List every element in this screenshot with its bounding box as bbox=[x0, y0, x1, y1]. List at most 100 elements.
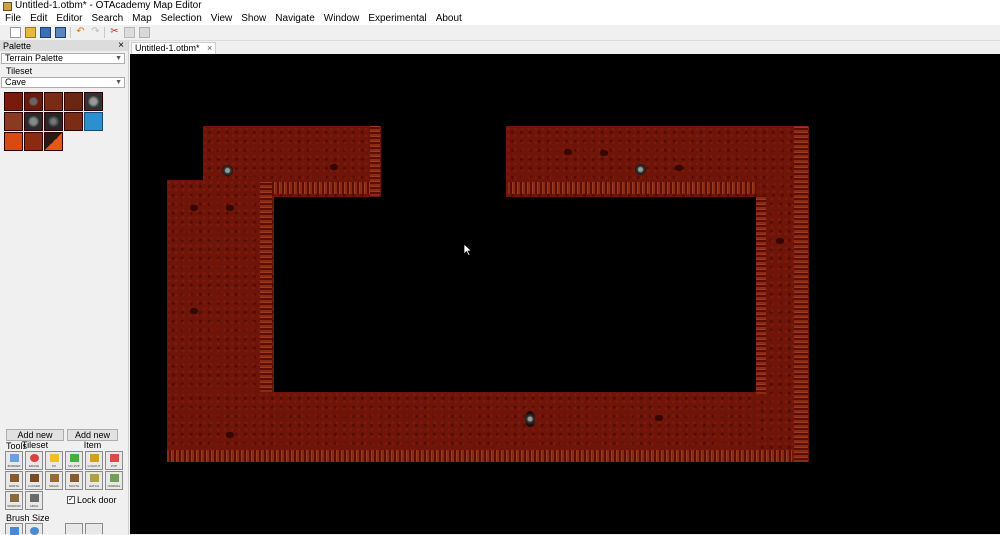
palette-header: Palette × bbox=[0, 41, 128, 51]
tool-erase[interactable]: ERASE bbox=[25, 451, 43, 470]
brush-square-button[interactable] bbox=[5, 523, 23, 535]
tile-cave-rock[interactable] bbox=[24, 92, 43, 111]
brush-size-label: Brush Size bbox=[6, 513, 50, 523]
chevron-down-icon: ▼ bbox=[115, 55, 122, 62]
cave-wall-edge bbox=[794, 126, 808, 462]
close-icon[interactable]: × bbox=[207, 43, 212, 53]
tool-border[interactable]: BORDER bbox=[5, 451, 23, 470]
cursor-icon bbox=[464, 244, 472, 256]
app-icon bbox=[3, 2, 12, 11]
crack-icon bbox=[330, 164, 338, 170]
title-bar: Untitled-1.otbm* - OTAcademy Map Editor bbox=[0, 0, 1000, 12]
menu-bar: File Edit Editor Search Map Selection Vi… bbox=[0, 12, 1000, 25]
menu-search[interactable]: Search bbox=[86, 12, 127, 25]
cave-wall-edge bbox=[260, 182, 380, 194]
tile-cave-sand[interactable] bbox=[4, 112, 23, 131]
crack-icon bbox=[600, 150, 608, 156]
crack-icon bbox=[226, 432, 234, 438]
copy-icon[interactable] bbox=[124, 27, 135, 38]
menu-map[interactable]: Map bbox=[127, 12, 155, 25]
paste-icon[interactable] bbox=[139, 27, 150, 38]
menu-window[interactable]: Window bbox=[319, 12, 364, 25]
tool-logout[interactable]: LOGOUT bbox=[85, 451, 103, 470]
crack-icon bbox=[675, 165, 683, 171]
toolbar: ↶ ↷ ✂ bbox=[0, 25, 1000, 41]
toolbar-separator bbox=[70, 27, 71, 38]
palette-title: Palette bbox=[3, 41, 32, 51]
save-icon[interactable] bbox=[40, 27, 51, 38]
menu-view[interactable]: View bbox=[206, 12, 237, 25]
crack-icon bbox=[190, 205, 198, 211]
menu-navigate[interactable]: Navigate bbox=[270, 12, 318, 25]
cave-wall-edge bbox=[508, 182, 756, 194]
palette-type-value: Terrain Palette bbox=[5, 53, 64, 63]
tile-cave-stone[interactable] bbox=[84, 92, 103, 111]
tool-hatch[interactable]: HATCH bbox=[85, 471, 103, 490]
add-item-button[interactable]: Add new Item bbox=[67, 429, 118, 450]
tile-cave-dirt[interactable] bbox=[44, 92, 63, 111]
cut-icon[interactable]: ✂ bbox=[109, 27, 120, 38]
rock-icon bbox=[525, 411, 535, 427]
tileset-label: Tileset bbox=[6, 66, 33, 76]
menu-file[interactable]: File bbox=[0, 12, 25, 25]
tab-untitled-map[interactable]: Untitled-1.otbm* × bbox=[131, 42, 217, 54]
chevron-down-icon: ▼ bbox=[115, 79, 122, 86]
tile-lava[interactable] bbox=[4, 132, 23, 151]
brush-circle-button[interactable] bbox=[25, 523, 43, 535]
crack-icon bbox=[564, 149, 572, 155]
redo-icon[interactable]: ↷ bbox=[90, 27, 101, 38]
map-canvas[interactable] bbox=[130, 54, 1000, 534]
tool-no-pvp[interactable]: NO-PVP bbox=[65, 451, 83, 470]
tile-lava-crust[interactable] bbox=[24, 132, 43, 151]
open-folder-icon[interactable] bbox=[25, 27, 36, 38]
cave-wall-edge bbox=[370, 126, 380, 196]
tileset-value: Cave bbox=[5, 77, 27, 87]
cave-wall-edge bbox=[167, 450, 792, 462]
brush-size-up-button[interactable] bbox=[85, 523, 103, 534]
menu-selection[interactable]: Selection bbox=[156, 12, 206, 25]
tool-pvp[interactable]: PVP bbox=[105, 451, 123, 470]
tool-arch[interactable]: ARCH bbox=[25, 491, 43, 510]
crack-icon bbox=[226, 205, 234, 211]
menu-edit[interactable]: Edit bbox=[25, 12, 51, 25]
close-icon[interactable]: × bbox=[118, 41, 124, 51]
brush-size-down-button[interactable] bbox=[65, 523, 83, 534]
undo-icon[interactable]: ↶ bbox=[75, 27, 86, 38]
menu-experimental[interactable]: Experimental bbox=[363, 12, 430, 25]
tile-cave-boulder[interactable] bbox=[24, 112, 43, 131]
menu-show[interactable]: Show bbox=[236, 12, 270, 25]
menu-about[interactable]: About bbox=[431, 12, 466, 25]
crack-icon bbox=[190, 308, 198, 314]
add-tileset-button[interactable]: Add new Tileset bbox=[6, 429, 64, 450]
tool-south[interactable]: SOUTH bbox=[65, 471, 83, 490]
tab-label: Untitled-1.otbm* bbox=[135, 43, 200, 53]
crack-icon bbox=[776, 238, 784, 244]
tool-north[interactable]: NORTH bbox=[5, 471, 23, 490]
cave-wall-edge bbox=[756, 196, 766, 394]
cave-wall-edge bbox=[260, 182, 272, 392]
tool-locked[interactable]: LOCKED bbox=[25, 471, 43, 490]
tile-lava-border[interactable] bbox=[44, 132, 63, 151]
tools-label: Tools bbox=[6, 441, 28, 451]
toolbar-separator bbox=[104, 27, 105, 38]
lock-door-checkbox[interactable]: ✓ bbox=[67, 496, 75, 504]
window-title: Untitled-1.otbm* - OTAcademy Map Editor bbox=[15, 0, 202, 11]
palette-panel: Palette × Terrain Palette ▼ Tileset Cave… bbox=[0, 41, 129, 535]
new-file-icon[interactable] bbox=[10, 27, 21, 38]
tile-cave-ground[interactable] bbox=[64, 92, 83, 111]
tile-grid bbox=[4, 92, 114, 156]
palette-type-select[interactable]: Terrain Palette ▼ bbox=[1, 53, 125, 64]
tileset-select[interactable]: Cave ▼ bbox=[1, 77, 125, 88]
tab-strip bbox=[129, 41, 1000, 54]
tile-water[interactable] bbox=[84, 112, 103, 131]
tool-magic[interactable]: MAGIC bbox=[45, 471, 63, 490]
save-as-icon[interactable] bbox=[55, 27, 66, 38]
tool-normal[interactable]: NORMAL bbox=[105, 471, 123, 490]
tool-window[interactable]: WINDOW bbox=[5, 491, 23, 510]
tile-cave-floor[interactable] bbox=[4, 92, 23, 111]
tool-pz[interactable]: PZ bbox=[45, 451, 63, 470]
tile-cave-mud[interactable] bbox=[64, 112, 83, 131]
tile-cave-gravel[interactable] bbox=[44, 112, 63, 131]
lock-door-label: Lock door bbox=[77, 495, 117, 505]
menu-editor[interactable]: Editor bbox=[51, 12, 86, 25]
